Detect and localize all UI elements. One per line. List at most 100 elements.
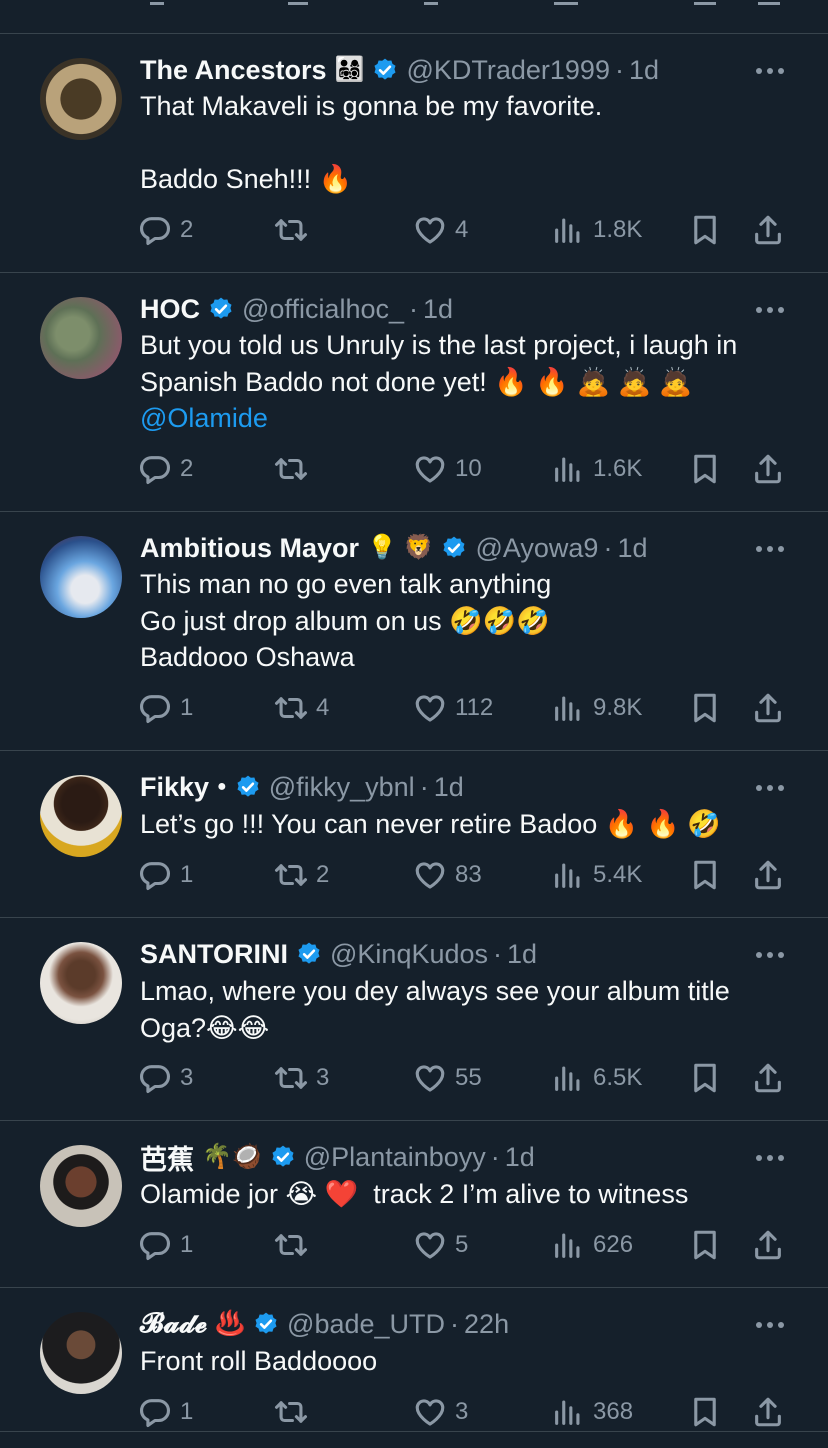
retweet-icon xyxy=(274,452,308,486)
timestamp[interactable]: 22h xyxy=(464,1309,509,1340)
more-options-icon[interactable] xyxy=(756,1155,784,1163)
tweet-text: Olamide jor 😭 ❤️ track 2 I’m alive to wi… xyxy=(140,1176,788,1213)
bookmark-button[interactable] xyxy=(688,449,722,489)
retweet-button[interactable] xyxy=(274,1225,316,1265)
reply-button[interactable]: 1 xyxy=(138,855,193,895)
previous-tweet-actions-stub xyxy=(0,0,828,34)
views-chart-icon xyxy=(551,1228,585,1262)
tweet-text-line: Spanish Baddo not done yet! 🔥 🔥 🙇 🙇 🙇 xyxy=(140,366,693,397)
timestamp[interactable]: 1d xyxy=(423,294,453,325)
more-options-icon[interactable] xyxy=(756,307,784,315)
avatar[interactable] xyxy=(40,1312,122,1394)
author-name[interactable]: The Ancestors xyxy=(140,55,327,86)
more-options-icon[interactable] xyxy=(756,952,784,960)
author-name[interactable]: Fikky xyxy=(140,772,209,803)
retweet-icon xyxy=(274,1228,308,1262)
reply-button[interactable]: 2 xyxy=(138,210,193,250)
view-count: 1.8K xyxy=(593,216,643,243)
view-count: 368 xyxy=(593,1398,634,1425)
separator-dot: · xyxy=(450,1308,460,1339)
author-name[interactable]: 芭蕉 xyxy=(140,1138,194,1177)
author-name[interactable]: SANTORINI xyxy=(140,939,288,970)
timestamp[interactable]: 1d xyxy=(507,939,537,970)
share-button[interactable] xyxy=(751,210,785,250)
share-button[interactable] xyxy=(751,688,785,728)
timestamp[interactable]: 1d xyxy=(434,772,464,803)
retweet-button[interactable]: 4 xyxy=(274,688,329,728)
avatar[interactable] xyxy=(40,536,122,618)
tweet-item: 芭蕉 🌴🥥 @Plantainboyy · 1d Olamide jor 😭 ❤️ tra… xyxy=(0,1121,828,1288)
more-options-icon[interactable] xyxy=(756,785,784,793)
avatar[interactable] xyxy=(40,297,122,379)
like-button[interactable]: 112 xyxy=(413,688,493,728)
author-handle[interactable]: @officialhoc_ xyxy=(242,294,404,325)
reply-button[interactable]: 1 xyxy=(138,1225,193,1265)
reply-button[interactable]: 3 xyxy=(138,1058,193,1098)
retweet-button[interactable] xyxy=(274,449,316,489)
like-button[interactable]: 83 xyxy=(413,855,482,895)
tweet-text-line: But you told us Unruly is the last proje… xyxy=(140,330,738,360)
name-emoji: 👨‍👩‍👧‍👦 xyxy=(334,56,365,83)
views-button[interactable]: 6.5K xyxy=(551,1058,642,1098)
views-chart-icon xyxy=(551,452,585,486)
like-button[interactable]: 5 xyxy=(413,1225,468,1265)
reply-button[interactable]: 2 xyxy=(138,449,193,489)
bookmark-icon xyxy=(688,691,722,725)
author-handle[interactable]: @bade_UTD xyxy=(287,1309,445,1340)
share-button[interactable] xyxy=(751,1225,785,1265)
share-button[interactable] xyxy=(751,449,785,489)
like-button[interactable]: 4 xyxy=(413,210,468,250)
timestamp[interactable]: 1d xyxy=(505,1142,535,1173)
more-options-icon[interactable] xyxy=(756,546,784,554)
reply-count: 3 xyxy=(180,1064,194,1091)
share-button[interactable] xyxy=(751,1058,785,1098)
author-handle[interactable]: @Ayowa9 xyxy=(475,533,598,564)
avatar[interactable] xyxy=(40,1145,122,1227)
bookmark-button[interactable] xyxy=(688,1225,722,1265)
verified-badge-icon xyxy=(208,296,234,322)
views-button[interactable]: 9.8K xyxy=(551,688,642,728)
avatar[interactable] xyxy=(40,58,122,140)
author-name[interactable]: HOC xyxy=(140,294,200,325)
views-button[interactable]: 626 xyxy=(551,1225,633,1265)
author-handle[interactable]: @KinqKudos xyxy=(330,939,488,970)
reply-button[interactable]: 1 xyxy=(138,688,193,728)
retweet-button[interactable] xyxy=(274,210,316,250)
bookmark-button[interactable] xyxy=(688,688,722,728)
author-name[interactable]: 𝓑𝓪𝓭𝓮 xyxy=(140,1308,207,1340)
like-button[interactable]: 55 xyxy=(413,1058,482,1098)
share-button[interactable] xyxy=(751,1392,785,1432)
share-button[interactable] xyxy=(751,855,785,895)
views-button[interactable]: 5.4K xyxy=(551,855,642,895)
author-handle[interactable]: @fikky_ybnl xyxy=(269,772,415,803)
reply-button[interactable]: 1 xyxy=(138,1392,193,1432)
bookmark-button[interactable] xyxy=(688,855,722,895)
more-options-icon[interactable] xyxy=(756,1322,784,1330)
bookmark-button[interactable] xyxy=(688,210,722,250)
more-options-icon[interactable] xyxy=(756,68,784,76)
reply-feed: The Ancestors 👨‍👩‍👧‍👦 @KDTrader1999 · 1d That… xyxy=(0,0,828,1448)
author-handle[interactable]: @Plantainboyy xyxy=(304,1142,486,1173)
timestamp[interactable]: 1d xyxy=(629,55,659,86)
author-handle[interactable]: @KDTrader1999 xyxy=(406,55,610,86)
views-button[interactable]: 1.8K xyxy=(551,210,642,250)
tweet-actions: 3 3 55 6.5K xyxy=(0,1058,828,1098)
timestamp[interactable]: 1d xyxy=(617,533,647,564)
retweet-button[interactable]: 2 xyxy=(274,855,329,895)
reply-icon xyxy=(138,452,172,486)
avatar[interactable] xyxy=(40,775,122,857)
author-name[interactable]: Ambitious Mayor xyxy=(140,533,359,564)
bookmark-button[interactable] xyxy=(688,1392,722,1432)
avatar[interactable] xyxy=(40,942,122,1024)
views-button[interactable]: 1.6K xyxy=(551,449,642,489)
mention-link[interactable]: @Olamide xyxy=(140,400,788,437)
like-button[interactable]: 3 xyxy=(413,1392,468,1432)
retweet-button[interactable] xyxy=(274,1392,316,1432)
bookmark-button[interactable] xyxy=(688,1058,722,1098)
bookmark-icon xyxy=(688,1395,722,1429)
like-button[interactable]: 10 xyxy=(413,449,482,489)
views-chart-icon xyxy=(551,858,585,892)
views-button[interactable]: 368 xyxy=(551,1392,633,1432)
retweet-button[interactable]: 3 xyxy=(274,1058,329,1098)
reply-icon xyxy=(138,691,172,725)
